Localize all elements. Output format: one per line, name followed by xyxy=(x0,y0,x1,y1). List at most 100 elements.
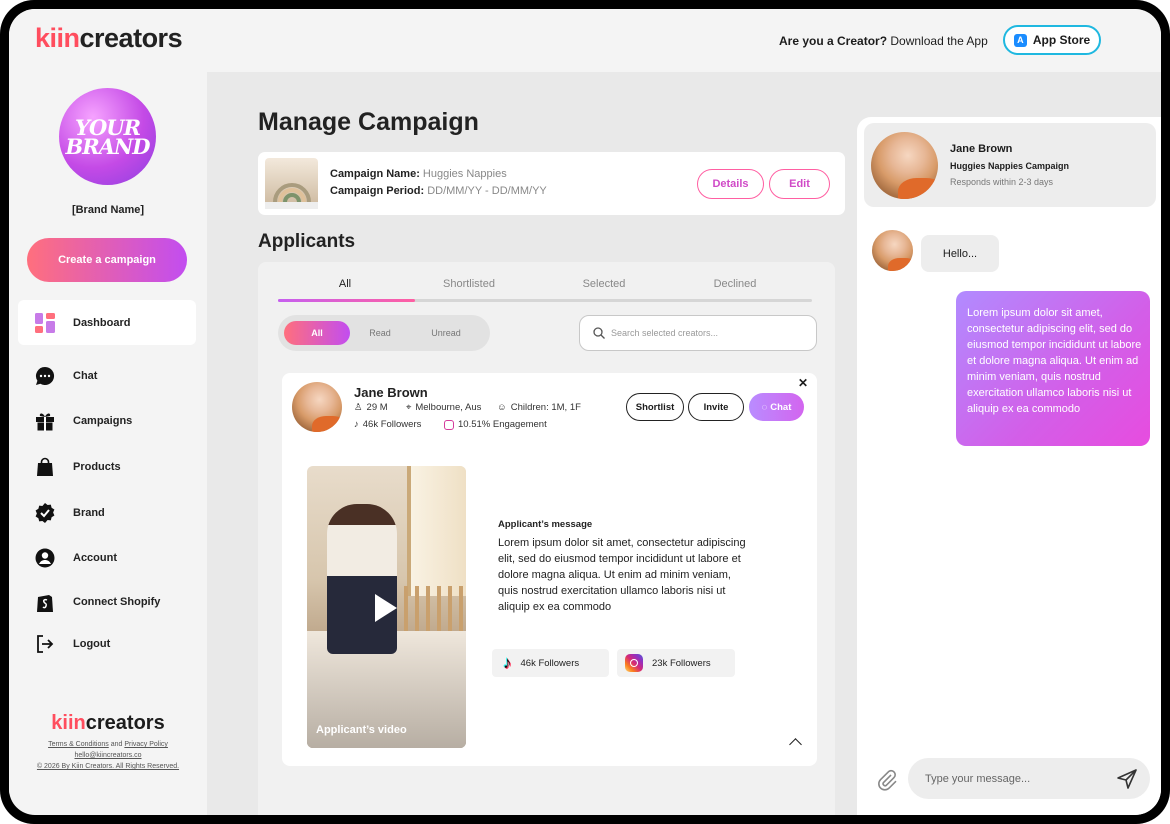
and-text: and xyxy=(110,741,123,748)
campaign-thumbnail xyxy=(265,158,318,209)
sidebar-item-label: Connect Shopify xyxy=(73,595,161,608)
logo-part-b: creators xyxy=(79,23,183,53)
create-campaign-button[interactable]: Create a campaign xyxy=(27,238,187,282)
email-link[interactable]: hello@kiincreators.co xyxy=(74,752,141,759)
search-placeholder: Search selected creators... xyxy=(611,328,719,338)
filter-all[interactable]: All xyxy=(284,321,350,345)
shopify-icon xyxy=(34,591,56,613)
tab-all[interactable]: All xyxy=(278,274,412,298)
campaign-name-value: Huggies Nappies xyxy=(422,168,507,180)
tiktok-followers-box: ♪ 46k Followers xyxy=(492,649,609,677)
chat-bubble-icon: ◌ xyxy=(761,401,768,413)
sidebar-item-logout[interactable]: Logout xyxy=(18,621,196,666)
app-screen: kiincreators Are you a Creator? Download… xyxy=(9,9,1161,815)
sidebar-item-label: Products xyxy=(73,460,121,473)
page-title: Manage Campaign xyxy=(258,108,479,136)
tab-indicator xyxy=(278,299,415,302)
chat-panel: Jane Brown Huggies Nappies Campaign Resp… xyxy=(857,117,1161,815)
edit-button[interactable]: Edit xyxy=(769,169,830,199)
sidebar-item-products[interactable]: Products xyxy=(18,444,196,489)
chat-campaign-name: Huggies Nappies Campaign xyxy=(950,161,1070,171)
brand-logo: YOUR BRAND xyxy=(59,88,156,185)
logout-icon xyxy=(34,633,56,655)
sidebar-item-label: Chat xyxy=(73,369,98,382)
sidebar-item-connect-shopify[interactable]: Connect Shopify xyxy=(18,579,196,624)
applicant-tiktok: ♪ 46k Followers xyxy=(354,419,421,430)
tiktok-icon: ♪ xyxy=(503,653,512,672)
copyright-text: © 2026 By Kiin Creators. All Rights Rese… xyxy=(36,763,180,770)
brand-name: [Brand Name] xyxy=(71,204,145,216)
message-avatar xyxy=(872,230,913,271)
chat-icon xyxy=(34,365,56,387)
attachment-icon[interactable] xyxy=(875,768,899,797)
instagram-icon xyxy=(444,419,454,430)
logo-part-a: kiin xyxy=(35,23,80,53)
applicant-card: Jane Brown ♙ 29 M ⌖ Melbourne, Aus ☺ Childr… xyxy=(282,373,817,766)
search-icon xyxy=(593,327,605,339)
brand-logo-line2: BRAND xyxy=(65,133,151,159)
instagram-box-label: 23k Followers xyxy=(652,657,711,669)
sidebar-item-dashboard[interactable]: Dashboard xyxy=(18,300,196,345)
details-button[interactable]: Details xyxy=(697,169,764,199)
smiley-icon: ☺ xyxy=(497,402,507,413)
sidebar-footer: kiincreators Terms & Conditions and Priv… xyxy=(9,712,207,772)
sidebar-item-brand[interactable]: Brand xyxy=(18,490,196,535)
gift-icon xyxy=(34,410,56,432)
chat-button[interactable]: ◌ Chat xyxy=(749,393,804,421)
shortlist-button[interactable]: Shortlist xyxy=(626,393,684,421)
video-window xyxy=(407,466,466,596)
verified-badge-icon xyxy=(34,502,56,524)
sidebar-item-account[interactable]: Account xyxy=(18,535,196,580)
message-placeholder: Type your message... xyxy=(925,772,1031,785)
applicant-location: ⌖ Melbourne, Aus xyxy=(406,402,481,413)
applicant-age-value: 29 M xyxy=(366,402,388,413)
footer-logo-part-a: kiin xyxy=(51,712,86,734)
applicant-engagement-value: 10.51% Engagement xyxy=(458,419,547,430)
applicant-video[interactable]: Applicant’s video xyxy=(307,466,466,748)
applicant-children: ☺ Children: 1M, 1F xyxy=(497,402,581,413)
app-store-icon: A xyxy=(1013,33,1027,47)
applicants-panel: All Shortlisted Selected Declined All Re… xyxy=(258,262,835,815)
applicant-avatar[interactable] xyxy=(292,382,342,432)
applicant-engagement: 10.51% Engagement xyxy=(444,419,547,430)
location-pin-icon: ⌖ xyxy=(406,402,412,413)
video-person xyxy=(327,504,397,654)
dashboard-icon xyxy=(34,312,56,334)
campaign-period-value: DD/MM/YY - DD/MM/YY xyxy=(427,185,547,197)
message-input[interactable]: Type your message... xyxy=(908,758,1150,799)
applicant-age: ♙ 29 M xyxy=(354,402,388,413)
sidebar-item-label: Account xyxy=(73,551,117,564)
filter-unread[interactable]: Unread xyxy=(415,321,477,345)
incoming-message: Hello... xyxy=(921,235,999,272)
privacy-link[interactable]: Privacy Policy xyxy=(124,741,168,748)
chevron-up-icon[interactable] xyxy=(789,738,802,751)
instagram-followers-box: 23k Followers xyxy=(617,649,735,677)
applicant-tiktok-value: 46k Followers xyxy=(362,419,422,430)
terms-link[interactable]: Terms & Conditions xyxy=(48,741,109,748)
read-filter: All Read Unread xyxy=(278,315,490,351)
sidebar-item-chat[interactable]: Chat xyxy=(18,353,196,398)
close-icon[interactable]: ✕ xyxy=(798,376,808,390)
footer-logo: kiincreators xyxy=(9,712,207,735)
applicant-name: Jane Brown xyxy=(354,385,428,400)
app-store-button[interactable]: A App Store xyxy=(1003,25,1101,55)
chat-header: Jane Brown Huggies Nappies Campaign Resp… xyxy=(864,123,1156,207)
applicant-location-value: Melbourne, Aus xyxy=(415,402,482,413)
filter-read[interactable]: Read xyxy=(350,321,410,345)
tab-declined[interactable]: Declined xyxy=(668,274,802,298)
invite-button[interactable]: Invite xyxy=(688,393,744,421)
send-icon[interactable] xyxy=(1116,768,1138,795)
tab-shortlisted[interactable]: Shortlisted xyxy=(402,274,536,298)
sidebar-item-campaigns[interactable]: Campaigns xyxy=(18,398,196,443)
tiktok-icon: ♪ xyxy=(354,419,359,430)
sidebar-item-label: Dashboard xyxy=(73,316,131,329)
kiincreators-logo[interactable]: kiincreators xyxy=(35,23,183,54)
play-icon[interactable] xyxy=(375,594,397,622)
campaign-period-label: Campaign Period: xyxy=(330,185,425,197)
campaign-info: Campaign Name: Huggies Nappies Campaign … xyxy=(330,166,547,200)
applicant-message: Lorem ipsum dolor sit amet, consectetur … xyxy=(498,537,746,613)
tab-selected[interactable]: Selected xyxy=(537,274,671,298)
creator-question: Are you a Creator? xyxy=(779,34,888,48)
sidebar-item-label: Logout xyxy=(73,637,111,650)
search-input[interactable]: Search selected creators... xyxy=(579,315,817,351)
